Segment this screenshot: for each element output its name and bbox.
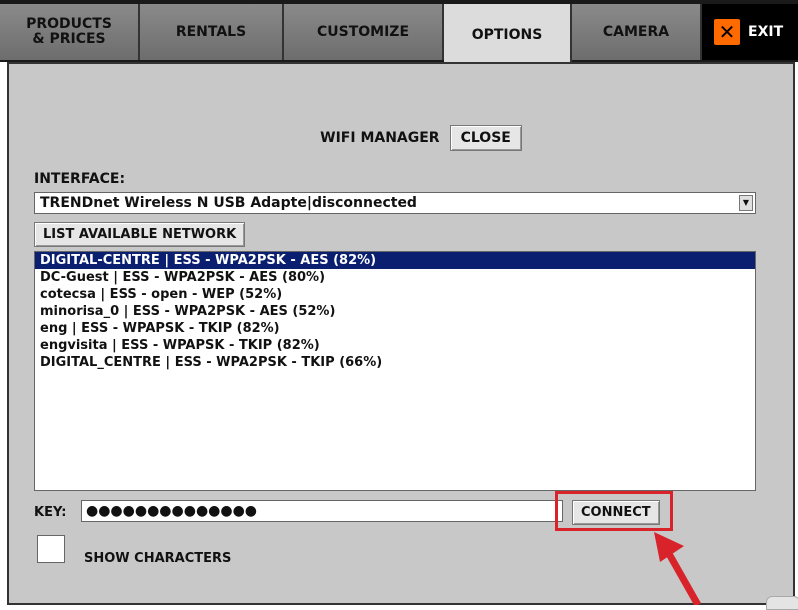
- network-item[interactable]: DIGITAL-CENTRE | ESS - WPA2PSK - AES (82…: [35, 252, 755, 269]
- interface-label: INTERFACE:: [34, 171, 126, 187]
- title-row: WIFI MANAGER CLOSE: [9, 125, 793, 151]
- key-input[interactable]: ●●●●●●●●●●●●●●: [81, 500, 563, 522]
- show-characters-checkbox[interactable]: [37, 535, 65, 563]
- network-list[interactable]: DIGITAL-CENTRE | ESS - WPA2PSK - AES (82…: [34, 251, 756, 491]
- network-item[interactable]: DC-Guest | ESS - WPA2PSK - AES (80%): [35, 269, 755, 286]
- list-available-network-button[interactable]: LIST AVAILABLE NETWORK: [34, 222, 246, 247]
- tab-label: OPTIONS: [471, 26, 543, 43]
- network-item[interactable]: DIGITAL_CENTRE | ESS - WPA2PSK - TKIP (6…: [35, 354, 755, 371]
- wifi-manager-panel: WIFI MANAGER CLOSE INTERFACE: TRENDnet W…: [7, 62, 798, 610]
- tab-bar: PRODUCTS & PRICES RENTALS CUSTOMIZE OPTI…: [0, 0, 798, 66]
- tab-rentals[interactable]: RENTALS: [140, 4, 284, 60]
- pointer-arrow-icon: [654, 532, 702, 605]
- tab-label: RENTALS: [175, 23, 247, 40]
- show-characters-label: SHOW CHARACTERS: [84, 551, 232, 566]
- network-item[interactable]: cotecsa | ESS - open - WEP (52%): [35, 286, 755, 303]
- tab-label: CAMERA: [602, 23, 670, 40]
- key-label: KEY:: [34, 505, 67, 520]
- wifi-manager-title: WIFI MANAGER: [320, 130, 440, 146]
- close-icon: ✕: [714, 19, 740, 45]
- corner-tab: [766, 596, 798, 610]
- interface-select[interactable]: TRENDnet Wireless N USB Adapte|disconnec…: [34, 192, 756, 214]
- network-item[interactable]: minorisa_0 | ESS - WPA2PSK - AES (52%): [35, 303, 755, 320]
- tab-label: CUSTOMIZE: [316, 23, 410, 40]
- tab-customize[interactable]: CUSTOMIZE: [284, 4, 444, 60]
- connect-button[interactable]: CONNECT: [572, 500, 660, 525]
- tab-label: PRODUCTS & PRICES: [26, 16, 112, 47]
- app-window: PRODUCTS & PRICES RENTALS CUSTOMIZE OPTI…: [0, 0, 798, 610]
- tab-products-prices[interactable]: PRODUCTS & PRICES: [0, 4, 140, 60]
- network-item[interactable]: eng | ESS - WPAPSK - TKIP (82%): [35, 320, 755, 337]
- interface-value: TRENDnet Wireless N USB Adapte|disconnec…: [40, 195, 417, 211]
- exit-button[interactable]: ✕ EXIT: [702, 4, 798, 60]
- dropdown-arrow-icon[interactable]: ▼: [739, 195, 753, 211]
- network-item[interactable]: engvisita | ESS - WPAPSK - TKIP (82%): [35, 337, 755, 354]
- exit-label: EXIT: [748, 24, 784, 40]
- tab-camera[interactable]: CAMERA: [572, 4, 702, 60]
- close-button[interactable]: CLOSE: [449, 125, 522, 151]
- tab-options[interactable]: OPTIONS: [444, 4, 572, 66]
